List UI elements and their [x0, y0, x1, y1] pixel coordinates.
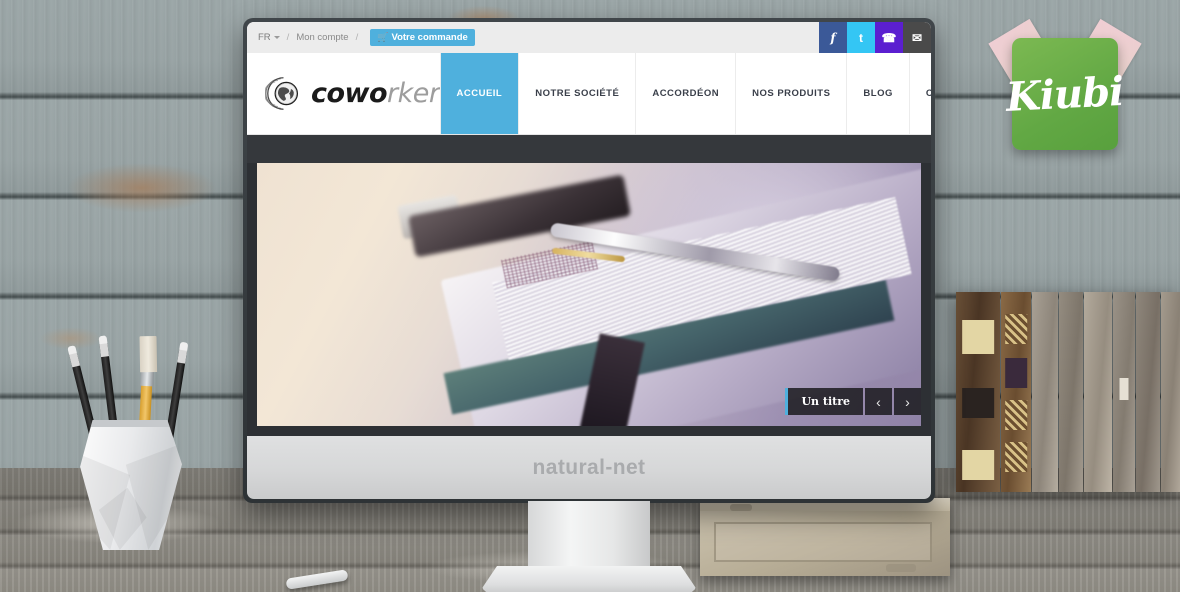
- nav-item-nos-produits[interactable]: NOS PRODUITS: [735, 53, 846, 134]
- facebook-icon[interactable]: f: [819, 22, 847, 53]
- imac-stand-neck: [528, 501, 650, 573]
- hero-slider: Un titre ‹ ›: [247, 163, 931, 436]
- site-header: coworker ACCUEIL NOTRE SOCIÉTÉ ACCORDÉON…: [247, 53, 931, 135]
- slider-controls: Un titre ‹ ›: [785, 388, 921, 415]
- imac-screen: FR / Mon compte / 🛒 Votre commande f t ☎…: [247, 22, 931, 436]
- shopping-cart-icon: 🛒: [377, 32, 389, 42]
- social-links: f t ☎ ✉: [819, 22, 931, 53]
- cart-button-label: Votre commande: [391, 32, 468, 43]
- chevron-right-icon[interactable]: ›: [894, 388, 921, 415]
- breadcrumb-separator: /: [286, 32, 290, 43]
- nav-item-notre-societe[interactable]: NOTRE SOCIÉTÉ: [518, 53, 635, 134]
- imac-stand-base: [482, 566, 696, 592]
- language-label: FR: [258, 32, 271, 43]
- book-spine: [1161, 292, 1180, 492]
- language-selector[interactable]: FR: [258, 32, 280, 43]
- book-spine: [1084, 292, 1112, 492]
- chevron-left-icon[interactable]: ‹: [865, 388, 892, 415]
- logo-text-light: rker: [387, 78, 440, 109]
- nav-item-blog[interactable]: BLOG: [846, 53, 908, 134]
- globe-icon: [263, 75, 302, 112]
- slide-caption: Un titre: [785, 388, 863, 415]
- book-spine: [1059, 292, 1083, 492]
- kiubi-card: Kiubi: [1005, 38, 1125, 150]
- phone-icon[interactable]: ☎: [875, 22, 903, 53]
- site-logo[interactable]: coworker: [247, 53, 440, 134]
- kiubi-logo-sticker: Kiubi: [988, 18, 1142, 161]
- kiubi-wordmark: Kiubi: [1005, 67, 1125, 121]
- email-icon[interactable]: ✉: [903, 22, 931, 53]
- account-link[interactable]: Mon compte: [296, 32, 348, 43]
- book-spine: [956, 292, 1000, 492]
- imac-chin: natural-net: [247, 436, 931, 499]
- monitor-brand-label: natural-net: [532, 455, 646, 479]
- scene-photograph: Kiubi FR / Mon compte / 🛒 Votre commande…: [0, 0, 1180, 592]
- site-topbar: FR / Mon compte / 🛒 Votre commande f t ☎…: [247, 22, 931, 53]
- book-spine: [1113, 292, 1135, 492]
- logo-wordmark: coworker: [311, 78, 440, 109]
- breadcrumb-separator: /: [355, 32, 359, 43]
- header-dark-band: [247, 135, 931, 163]
- logo-text-bold: cowo: [311, 78, 388, 109]
- book-spine: [1136, 292, 1160, 492]
- imac-body: FR / Mon compte / 🛒 Votre commande f t ☎…: [243, 18, 935, 503]
- website-viewport: FR / Mon compte / 🛒 Votre commande f t ☎…: [247, 22, 931, 436]
- cart-button[interactable]: 🛒 Votre commande: [370, 29, 475, 46]
- nav-item-accordeon[interactable]: ACCORDÉON: [635, 53, 735, 134]
- antique-books: [956, 292, 1180, 492]
- nav-item-contact[interactable]: CONTACT: [908, 53, 931, 134]
- main-navigation: ACCUEIL NOTRE SOCIÉTÉ ACCORDÉON NOS PROD…: [439, 53, 931, 134]
- slide-image: Un titre ‹ ›: [257, 163, 921, 426]
- twitter-icon[interactable]: t: [847, 22, 875, 53]
- nav-item-accueil[interactable]: ACCUEIL: [439, 53, 519, 134]
- book-spine: [1001, 292, 1031, 492]
- book-spine: [1032, 292, 1058, 492]
- chevron-down-icon: [273, 36, 280, 39]
- imac-computer: FR / Mon compte / 🛒 Votre commande f t ☎…: [243, 18, 935, 592]
